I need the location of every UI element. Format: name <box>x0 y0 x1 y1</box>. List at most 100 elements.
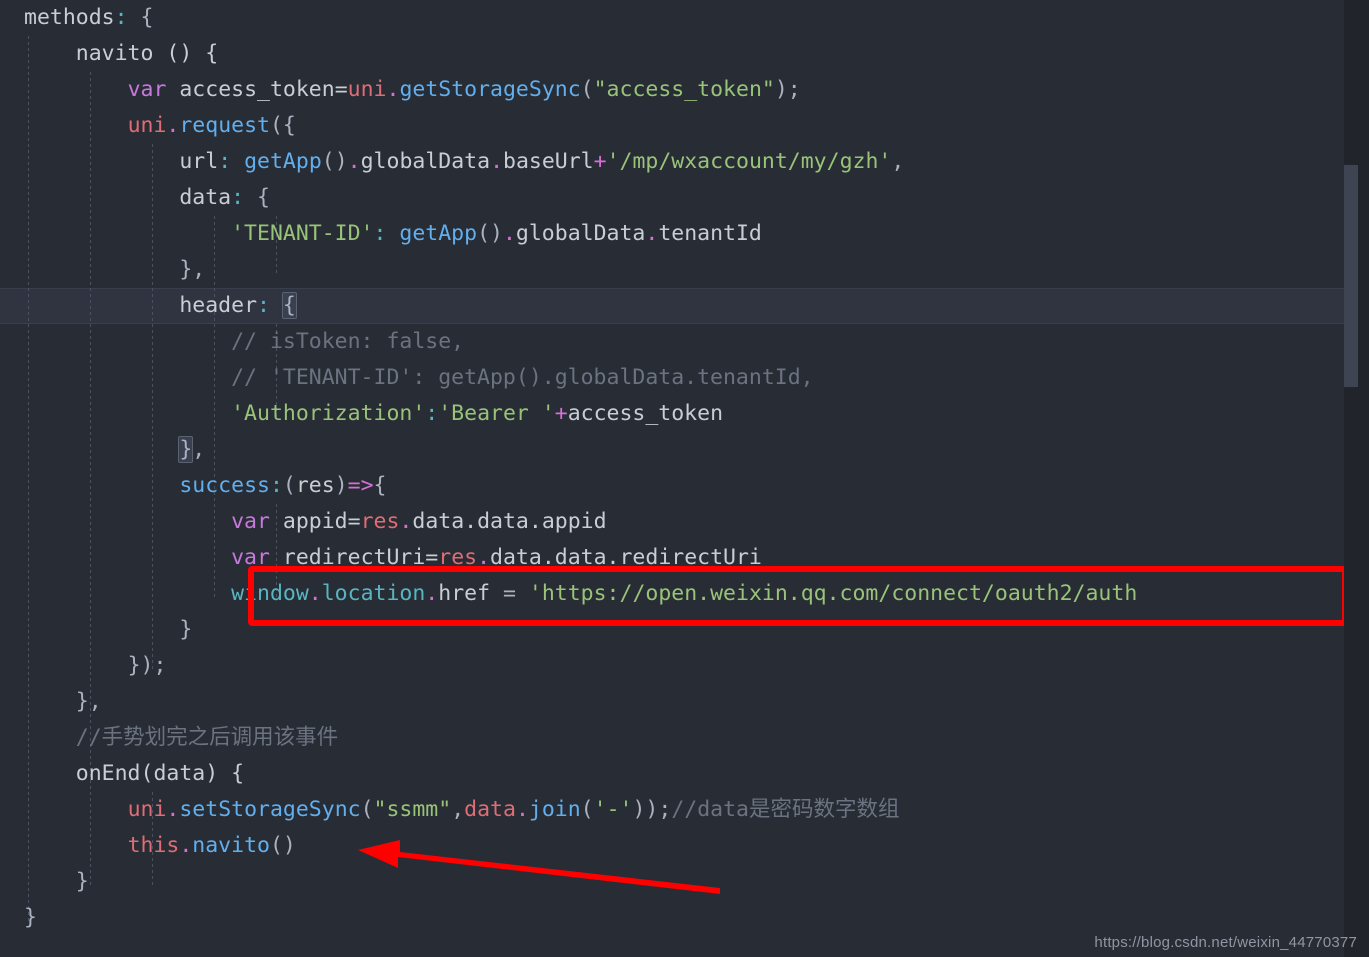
code-line[interactable]: onEnd(data) { <box>0 756 1344 792</box>
token-property-path: data.data.redirectUri <box>490 545 762 570</box>
code-line[interactable]: navito () { <box>0 36 1344 72</box>
token-object-uni: uni <box>127 797 167 822</box>
token-paren: ) <box>334 473 348 498</box>
token-dot: . <box>179 833 193 858</box>
code-line[interactable]: // 'TENANT-ID': getApp().globalData.tena… <box>0 360 1344 396</box>
token-brace: { <box>127 5 154 30</box>
token-comment: // 'TENANT-ID': getApp().globalData.tena… <box>231 365 814 390</box>
token-string: 'Authorization' <box>231 401 426 426</box>
token-variable: access_token= <box>179 77 348 102</box>
code-line[interactable]: //手势划完之后调用该事件 <box>0 720 1344 756</box>
code-line[interactable]: var appid=res.data.data.appid <box>0 504 1344 540</box>
token-brace: { <box>244 185 270 210</box>
token-property: globalData <box>515 221 646 246</box>
token-paren: ( <box>580 797 594 822</box>
token-colon: : <box>425 401 439 426</box>
token-comma: , <box>451 797 465 822</box>
token-keyword-this: this <box>127 833 180 858</box>
token-paren: ); <box>774 77 801 102</box>
token-brace: } <box>75 869 89 894</box>
token-comma: , <box>891 149 905 174</box>
code-line[interactable]: uni.setStorageSync("ssmm",data.join('-')… <box>0 792 1344 828</box>
code-line[interactable]: }, <box>0 252 1344 288</box>
code-line[interactable]: } <box>0 900 1344 936</box>
token-object-window: window <box>231 581 309 606</box>
code-line[interactable]: } <box>0 612 1344 648</box>
code-line[interactable]: }, <box>0 432 1344 468</box>
code-line[interactable]: 'Authorization':'Bearer '+access_token <box>0 396 1344 432</box>
code-line-current[interactable]: header: { <box>0 288 1344 324</box>
watermark-url: https://blog.csdn.net/weixin_44770377 <box>1094 934 1357 951</box>
token-colon: : <box>257 293 270 318</box>
code-surface[interactable]: methods: { navito () { var access_token=… <box>0 0 1344 957</box>
token-function: join <box>528 797 581 822</box>
token-brace: }, <box>75 689 102 714</box>
code-line[interactable]: methods: { <box>0 0 1344 36</box>
code-line[interactable]: 'TENANT-ID': getApp().globalData.tenantI… <box>0 216 1344 252</box>
token-dot: . <box>399 509 413 534</box>
token-method-name: navito () { <box>75 41 219 66</box>
bracket-match-highlight: { <box>281 292 297 319</box>
token-dot: . <box>386 77 400 102</box>
token-property: globalData <box>360 149 491 174</box>
token-property: tenantId <box>658 221 762 246</box>
token-string: 'TENANT-ID' <box>231 221 374 246</box>
token-variable: appid= <box>282 509 361 534</box>
token-colon: : <box>231 185 245 210</box>
vertical-scrollbar-track[interactable] <box>1344 0 1358 957</box>
token-paren: ({ <box>269 113 296 138</box>
token-property: url <box>179 149 219 174</box>
token-dot: . <box>347 149 361 174</box>
token-paren: () <box>477 221 503 246</box>
token-object-res: res <box>360 509 400 534</box>
token-comment-chinese: //data是密码数字数组 <box>671 797 900 822</box>
token-object-uni: uni <box>127 113 167 138</box>
code-line[interactable]: // isToken: false, <box>0 324 1344 360</box>
vertical-scrollbar-thumb[interactable] <box>1344 165 1358 387</box>
token-brace: { <box>373 473 387 498</box>
code-line[interactable]: var access_token=uni.getStorageSync("acc… <box>0 72 1344 108</box>
token-brace: }); <box>127 653 167 678</box>
code-editor[interactable]: methods: { navito () { var access_token=… <box>0 0 1369 957</box>
token-parameter: res <box>295 473 335 498</box>
code-line[interactable]: this.navito() <box>0 828 1344 864</box>
token-colon: : <box>269 473 283 498</box>
code-line[interactable]: url: getApp().globalData.baseUrl+'/mp/wx… <box>0 144 1344 180</box>
token-object-data: data <box>464 797 516 822</box>
code-line[interactable]: } <box>0 864 1344 900</box>
code-line[interactable]: var redirectUri=res.data.data.redirectUr… <box>0 540 1344 576</box>
code-line[interactable]: uni.request({ <box>0 108 1344 144</box>
token-variable: redirectUri= <box>282 545 439 570</box>
token-dot: . <box>477 545 491 570</box>
token-variable: access_token <box>567 401 724 426</box>
token-colon: : <box>218 149 232 174</box>
code-line[interactable]: }, <box>0 684 1344 720</box>
token-string: "ssmm" <box>373 797 452 822</box>
token-string: '/mp/wxaccount/my/gzh' <box>606 149 892 174</box>
token-function: request <box>179 113 270 138</box>
token-function: navito <box>192 833 270 858</box>
token-method-name: onEnd(data) { <box>75 761 245 786</box>
code-line[interactable]: }); <box>0 648 1344 684</box>
token-string: "access_token" <box>593 77 775 102</box>
code-line-highlighted[interactable]: window.location.href = 'https://open.wei… <box>0 576 1344 612</box>
token-colon: : <box>114 5 128 30</box>
code-line[interactable]: success:(res)=>{ <box>0 468 1344 504</box>
token-colon: : <box>373 221 387 246</box>
token-dot: . <box>515 797 529 822</box>
token-object-res: res <box>438 545 478 570</box>
token-comment: // isToken: false, <box>231 329 465 354</box>
token-string-url: 'https://open.weixin.qq.com/connect/oaut… <box>528 581 1138 606</box>
token-property: baseUrl <box>503 149 594 174</box>
token-comment-chinese: //手势划完之后调用该事件 <box>75 725 339 750</box>
code-line[interactable]: data: { <box>0 180 1344 216</box>
token-brace: } <box>179 617 193 642</box>
token-object-uni: uni <box>347 77 387 102</box>
token-string: '-' <box>593 797 633 822</box>
token-plus: + <box>554 401 568 426</box>
token-arrow: => <box>347 473 374 498</box>
token-paren: )); <box>632 797 672 822</box>
token-keyword-var: var <box>231 509 270 534</box>
token-function: getApp <box>244 149 322 174</box>
token-paren: () <box>269 833 296 858</box>
